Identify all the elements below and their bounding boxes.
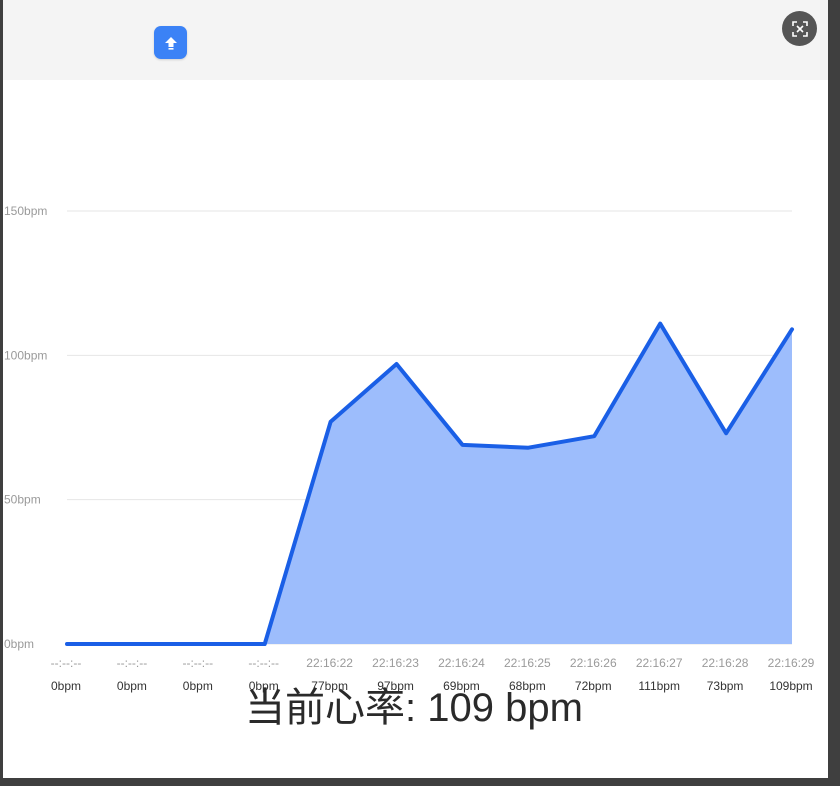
window-frame-left <box>0 0 3 786</box>
x-tick-time: 22:16:28 <box>702 656 749 670</box>
y-tick-label: 100bpm <box>4 348 47 362</box>
x-tick-time: --:--:-- <box>117 656 148 670</box>
x-tick-time: 22:16:25 <box>504 656 551 670</box>
y-tick-label: 0bpm <box>4 637 34 651</box>
x-tick-time: 22:16:22 <box>306 656 353 670</box>
x-tick-time: 22:16:27 <box>636 656 683 670</box>
y-tick-label: 50bpm <box>4 493 41 507</box>
y-tick-label: 150bpm <box>4 204 47 218</box>
top-toolbar <box>3 0 828 80</box>
area-fill <box>67 323 792 644</box>
x-tick-time: 22:16:23 <box>372 656 419 670</box>
upload-button[interactable] <box>154 26 187 59</box>
close-button[interactable] <box>782 11 817 46</box>
upload-arrow-icon <box>164 36 177 50</box>
close-x-icon <box>791 20 808 37</box>
x-tick-time: 22:16:29 <box>768 656 815 670</box>
x-tick-time: --:--:-- <box>182 656 213 670</box>
x-tick-time: 22:16:26 <box>570 656 617 670</box>
window-frame-bottom <box>0 778 840 786</box>
window-frame-right <box>828 0 840 786</box>
current-heart-rate: 当前心率: 109 bpm <box>245 686 583 730</box>
heart-rate-chart: 0bpm 50bpm 100bpm 150bpm --:--:-- 0bpm --:--:-… <box>0 80 828 700</box>
x-tick-time: --:--:-- <box>248 656 279 670</box>
x-tick-time: --:--:-- <box>51 656 82 670</box>
x-tick-time: 22:16:24 <box>438 656 485 670</box>
chart-svg: 0bpm50bpm100bpm150bpm--:--:--0bpm--:--:-… <box>4 204 815 693</box>
